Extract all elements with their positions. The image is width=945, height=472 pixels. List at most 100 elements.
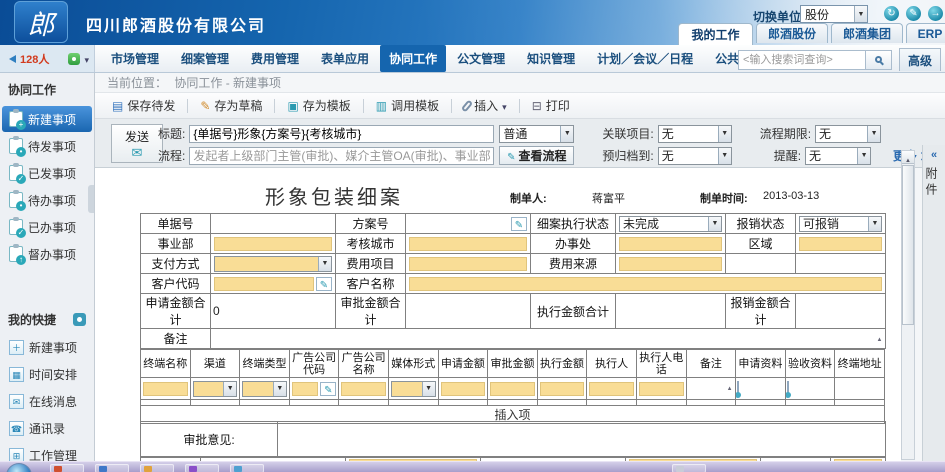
terminal-name-field[interactable] — [143, 382, 188, 396]
apply-amount-field[interactable] — [441, 382, 486, 396]
refresh-icon[interactable]: ↻ — [884, 6, 899, 21]
edit-icon[interactable] — [320, 382, 336, 396]
division-label: 事业部 — [141, 234, 211, 254]
shortcut-new-item[interactable]: ＋ 新建事项 — [2, 334, 92, 360]
search-input[interactable] — [738, 50, 866, 70]
textarea-scrollbar[interactable] — [725, 379, 734, 398]
collapse-panel-icon[interactable]: « — [923, 145, 945, 161]
logout-icon[interactable]: → — [928, 6, 943, 21]
expense-item-field[interactable] — [409, 257, 527, 271]
search-button[interactable] — [866, 50, 892, 70]
save-draft-button[interactable]: 存为草稿 — [191, 94, 271, 117]
gear-icon[interactable] — [73, 313, 86, 326]
use-template-button[interactable]: 调用模板 — [367, 94, 448, 117]
reimburse-status-select[interactable]: 可报销 — [799, 216, 882, 232]
plan-no-field[interactable] — [406, 214, 531, 234]
compose-icon[interactable]: ✎ — [906, 6, 921, 21]
remark-textarea[interactable] — [211, 329, 886, 349]
grid-header: 媒体形式 — [388, 350, 438, 378]
chevron-down-icon[interactable] — [84, 52, 89, 66]
menu-plan-detail[interactable]: 细案管理 — [170, 45, 240, 72]
executor-field[interactable] — [589, 382, 634, 396]
sidebar-title: 协同工作 — [0, 73, 94, 105]
switch-unit-select[interactable]: 股份 — [800, 5, 868, 23]
exec-amount-field[interactable] — [540, 382, 585, 396]
edit-icon[interactable] — [316, 277, 332, 291]
insert-button[interactable]: 插入 — [455, 94, 516, 117]
ad-company-code-field[interactable] — [292, 382, 319, 396]
taskbar-app-icon[interactable] — [140, 464, 174, 472]
menu-official-doc[interactable]: 公文管理 — [446, 45, 516, 72]
related-project-select[interactable]: 无 — [658, 125, 732, 143]
save-pending-button[interactable]: 保存待发 — [103, 94, 184, 117]
exec-status-select[interactable]: 未完成 — [619, 216, 722, 232]
executor-phone-field[interactable] — [639, 382, 684, 396]
pay-method-select[interactable] — [214, 256, 332, 272]
sidebar-item-supervise[interactable]: 督办事项 — [2, 241, 92, 267]
menu-expense[interactable]: 费用管理 — [240, 45, 310, 72]
attachment-panel-label[interactable]: 附件 — [923, 167, 940, 199]
remind-select[interactable]: 无 — [805, 147, 871, 165]
menu-schedule[interactable]: 计划／会议／日程 — [586, 45, 704, 72]
tab-langjiu-gufen[interactable]: 郎酒股份 — [756, 23, 828, 43]
menu-market[interactable]: 市场管理 — [100, 45, 170, 72]
sidebar-item-todo[interactable]: 待办事项 — [2, 187, 92, 213]
shortcut-contacts[interactable]: ☎ 通讯录 — [2, 415, 92, 441]
online-status[interactable]: 128人 — [0, 45, 95, 72]
taskbar-app-icon[interactable] — [185, 464, 219, 472]
form-scrollbar[interactable] — [901, 150, 915, 460]
tab-my-work[interactable]: 我的工作 — [678, 23, 753, 45]
sidebar-collapse-handle[interactable] — [88, 185, 94, 213]
taskbar-app-icon[interactable] — [230, 464, 264, 472]
taskbar-app-icon[interactable] — [50, 464, 84, 472]
edit-icon[interactable] — [511, 217, 527, 231]
flow-deadline-select[interactable]: 无 — [815, 125, 881, 143]
pre-archive-select[interactable]: 无 — [658, 147, 732, 165]
assess-city-field[interactable] — [409, 237, 527, 251]
sidebar-item-done[interactable]: 已办事项 — [2, 214, 92, 240]
media-form-select[interactable] — [391, 381, 436, 397]
priority-select[interactable]: 普通 — [499, 125, 574, 143]
shortcut-messages[interactable]: ✉ 在线消息 — [2, 388, 92, 414]
menu-collaboration[interactable]: 协同工作 — [380, 45, 446, 72]
accept-doc-icon[interactable] — [787, 381, 789, 397]
region-field[interactable] — [799, 237, 882, 251]
tab-erp[interactable]: ERP — [906, 23, 945, 43]
textarea-scrollbar[interactable] — [875, 330, 884, 347]
title-input[interactable] — [189, 125, 494, 143]
start-button[interactable] — [6, 463, 32, 472]
scroll-up-icon[interactable] — [902, 151, 914, 164]
channel-select[interactable] — [193, 381, 238, 397]
sidebar-item-label: 已发事项 — [28, 165, 76, 182]
scrollbar-thumb[interactable] — [902, 165, 914, 325]
apply-doc-icon[interactable] — [737, 381, 739, 397]
taskbar-app-icon[interactable] — [95, 464, 129, 472]
approve-amount-field[interactable] — [490, 382, 535, 396]
office-field[interactable] — [619, 237, 722, 251]
print-button[interactable]: 打印 — [523, 94, 579, 117]
terminal-address-cell[interactable] — [835, 378, 885, 400]
ad-company-name-field[interactable] — [341, 382, 386, 396]
menu-forms[interactable]: 表单应用 — [310, 45, 380, 72]
flow-input[interactable] — [189, 147, 494, 165]
shortcut-schedule[interactable]: ▦ 时间安排 — [2, 361, 92, 387]
expense-source-field[interactable] — [619, 257, 722, 271]
send-button[interactable]: 发送 — [111, 124, 163, 163]
docno-field[interactable] — [211, 214, 336, 234]
sidebar-item-to-send[interactable]: 待发事项 — [2, 133, 92, 159]
menu-knowledge[interactable]: 知识管理 — [516, 45, 586, 72]
advanced-search-button[interactable]: 高级 — [899, 48, 941, 71]
row-remark-textarea[interactable] — [686, 378, 736, 400]
customer-code-field[interactable] — [214, 277, 314, 291]
customer-name-field[interactable] — [409, 277, 882, 291]
approval-comment-area[interactable] — [278, 422, 886, 457]
division-field[interactable] — [214, 237, 332, 251]
clipboard-icon — [9, 165, 23, 181]
view-flow-button[interactable]: 查看流程 — [499, 146, 574, 165]
sidebar-item-new[interactable]: 新建事项 — [2, 106, 92, 132]
tab-langjiu-group[interactable]: 郎酒集团 — [831, 23, 903, 43]
terminal-type-select[interactable] — [242, 381, 287, 397]
save-template-button[interactable]: 存为模板 — [278, 94, 359, 117]
taskbar-app-icon[interactable] — [672, 464, 706, 472]
sidebar-item-sent[interactable]: 已发事项 — [2, 160, 92, 186]
